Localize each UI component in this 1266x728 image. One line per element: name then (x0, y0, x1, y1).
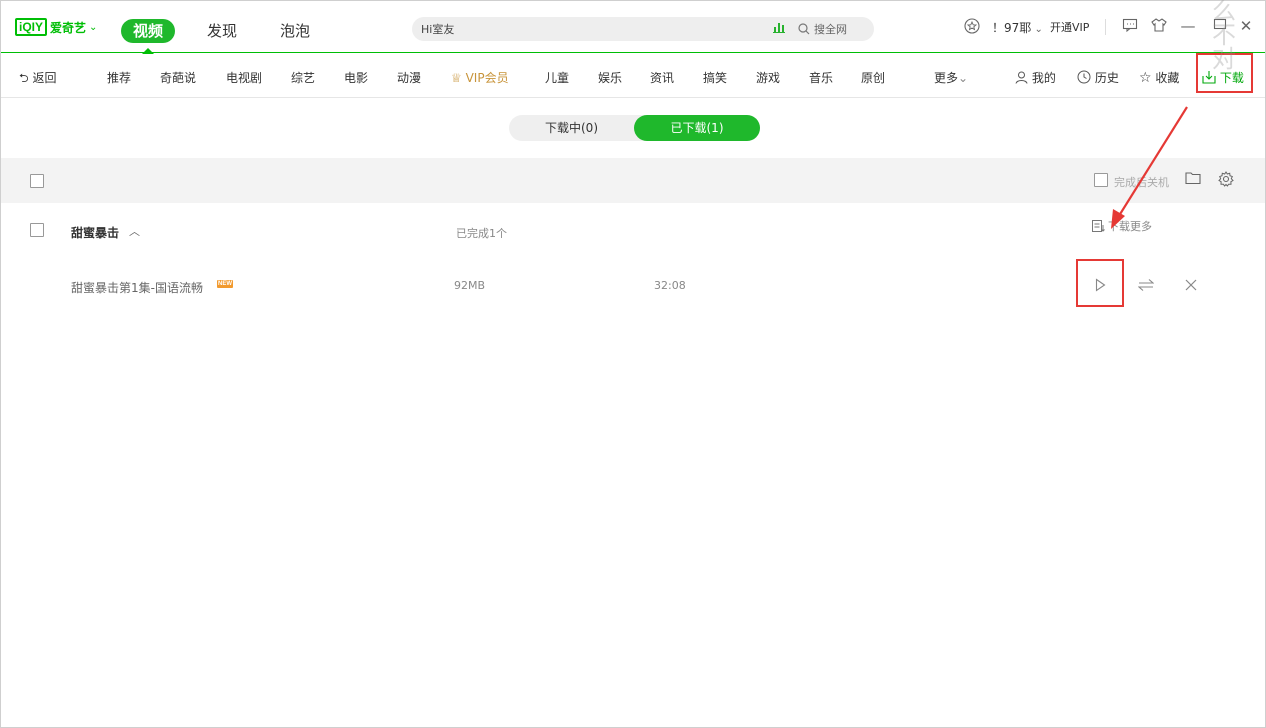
watermark: 么不对 (1212, 0, 1236, 73)
app-window: iQIY 爱奇艺 ⌄ 视频 发现 泡泡 搜全网 ！97耶 ⌄ 开通VIP (0, 0, 1266, 728)
annotation-arrow (1111, 106, 1188, 229)
